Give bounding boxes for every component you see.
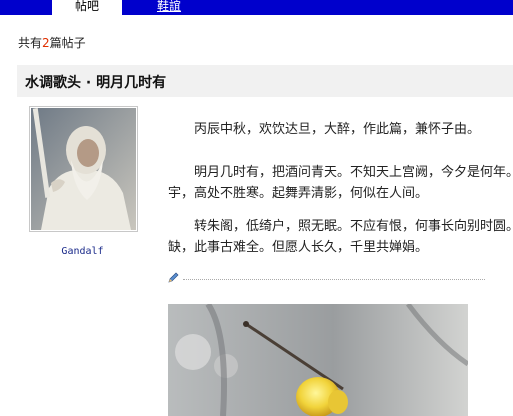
post-paragraph: 丙辰中秋，欢饮达旦，大醉，作此篇，兼怀子由。 [168, 119, 480, 140]
post-title-bar: 水调歌头 · 明月几时有 [17, 65, 513, 97]
post-paragraph: 明月几时有，把酒问青天。不知天上宫阙，今夕是何年。 宇，高处不胜寒。起舞弄清影，… [168, 162, 513, 204]
thread-count: 共有2篇帖子 [18, 34, 86, 51]
post-line: 丙辰中秋，欢饮达旦，大醉，作此篇，兼怀子由。 [194, 122, 481, 137]
post-line: 宇，高处不胜寒。起舞弄清影，何似在人间。 [168, 186, 429, 201]
avatar[interactable] [29, 106, 138, 232]
post-edit-row [167, 272, 485, 286]
post-image [168, 304, 468, 416]
thread-count-suffix: 篇帖子 [49, 36, 86, 50]
post-line: 缺，此事古难全。但愿人长久，千里共婵娟。 [168, 240, 429, 255]
author-name[interactable]: Gandalf [29, 246, 136, 257]
pencil-icon[interactable] [167, 272, 179, 284]
thread-count-prefix: 共有 [18, 36, 43, 50]
tab-bar: 帖吧 鞋誼 [0, 0, 513, 15]
divider [183, 279, 485, 280]
thread-count-number: 2 [42, 36, 50, 50]
post-paragraph: 转朱阁，低绮户，照无眠。不应有恨，何事长向别时圆。 缺，此事古难全。但愿人长久，… [168, 216, 513, 258]
post-title: 水调歌头 · 明月几时有 [25, 75, 167, 91]
post-line: 转朱阁，低绮户，照无眠。不应有恨，何事长向别时圆。 [194, 219, 513, 234]
tab-forum[interactable]: 帖吧 [52, 0, 122, 15]
post-line: 明月几时有，把酒问青天。不知天上宫阙，今夕是何年。 [194, 165, 513, 180]
avatar-image [31, 108, 136, 230]
tab-shoe-club[interactable]: 鞋誼 [122, 0, 216, 15]
